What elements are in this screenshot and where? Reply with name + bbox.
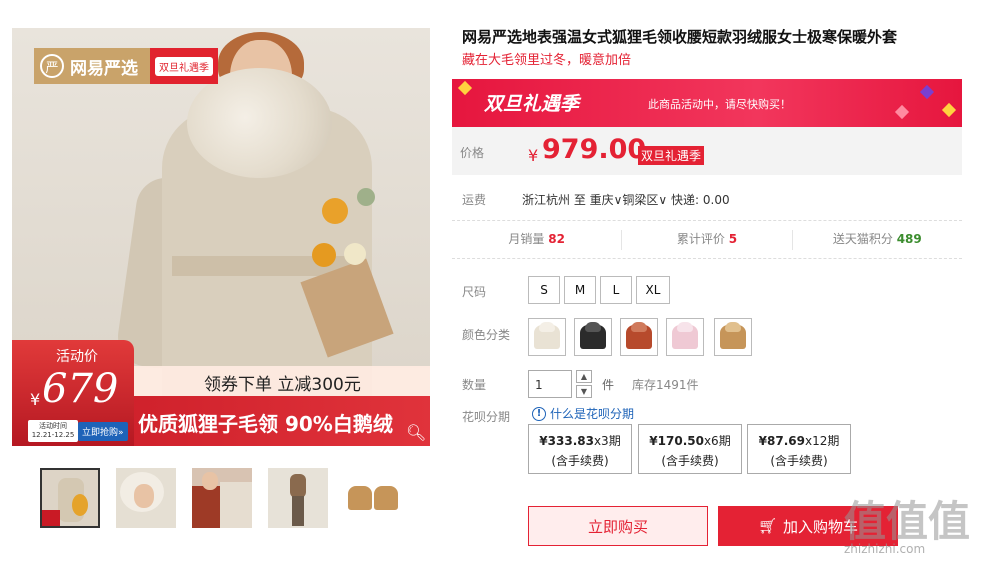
size-option-xl[interactable]: XL — [636, 276, 670, 304]
huabei-help-text: 什么是花呗分期 — [550, 407, 635, 421]
reviews-label: 累计评价 — [676, 232, 725, 246]
festival-badge-text: 双旦礼遇季 — [155, 56, 213, 76]
jacket-hood — [677, 322, 693, 332]
divider — [452, 258, 962, 259]
zoom-icon[interactable]: 🔍︎ — [406, 424, 426, 442]
quantity-input[interactable]: 1 — [528, 370, 572, 398]
thumbnail-1[interactable] — [40, 468, 100, 528]
decoration-diamond — [457, 80, 473, 96]
festival-badge: 双旦礼遇季 — [150, 48, 218, 84]
quantity-label: 数量 — [462, 378, 487, 392]
watermark-url: zhizhizhi.com — [844, 542, 926, 556]
promo-banner-logo: 双旦礼遇季 — [484, 93, 580, 115]
coupon-text: 领券下单 立减300元 — [204, 375, 361, 395]
thumbnail-5[interactable] — [344, 468, 404, 528]
jacket-hood — [631, 322, 647, 332]
points-label: 送天猫积分 — [832, 232, 893, 246]
brand-logo-text: 网易严选 — [70, 58, 138, 79]
feature-banner-text: 优质狐狸子毛领 90%白鹅绒 — [138, 412, 393, 436]
quantity-unit: 件 — [602, 378, 615, 392]
promo-currency: ¥ — [30, 390, 41, 409]
total-reviews[interactable]: 累计评价 5 — [622, 230, 793, 250]
decoration-diamond — [894, 104, 910, 120]
installment-period: x3期 — [593, 434, 621, 448]
color-option-5[interactable] — [714, 318, 752, 356]
decoration-diamond — [941, 102, 957, 118]
image-fur-collar — [187, 68, 332, 178]
size-option-s[interactable]: S — [528, 276, 560, 304]
promo-price-card: 活动价 ¥ 679 活动时间 12.21-12.25 立即抢购» — [12, 340, 134, 446]
size-label: 尺码 — [462, 285, 487, 299]
color-option-4[interactable] — [666, 318, 704, 356]
jacket-hood — [585, 322, 601, 332]
price-row: 价格 ¥ 979.00 双旦礼遇季 — [452, 127, 962, 175]
promo-banner: 双旦礼遇季 此商品活动中，请尽快购买！ — [452, 79, 962, 127]
image-sunflower — [322, 198, 348, 224]
stock-count: 库存1491件 — [632, 378, 699, 392]
watermark-logo: 值值值 — [844, 497, 971, 546]
thumbnail-4[interactable] — [268, 468, 328, 528]
installment-amount: ¥333.83 — [539, 434, 594, 448]
thumbnail-2[interactable] — [116, 468, 176, 528]
installment-option-3[interactable]: ¥333.83x3期 (含手续费) — [528, 424, 632, 474]
question-icon: ! — [532, 406, 546, 421]
promo-price-label: 活动价 — [56, 349, 98, 365]
installment-note: (含手续费) — [661, 454, 719, 468]
monthly-sales-label: 月销量 — [508, 232, 545, 246]
main-product-image[interactable]: 严 网易严选 双旦礼遇季 领券下单 立减300元 优质狐狸子毛领 90%白鹅绒 … — [12, 28, 430, 446]
product-title: 网易严选地表强温女式狐狸毛领收腰短款羽绒服女士极寒保暖外套 — [462, 28, 898, 46]
promo-grab-button[interactable]: 立即抢购» — [78, 422, 128, 441]
installment-note: (含手续费) — [770, 454, 828, 468]
decoration-diamond — [919, 84, 935, 100]
divider — [452, 220, 962, 221]
price-tag: 双旦礼遇季 — [638, 146, 705, 165]
shipping-destination-select[interactable]: 浙江杭州 至 重庆∨铜梁区∨ 快递: 0.00 — [522, 191, 730, 208]
site-watermark: 值值值 zhizhizhi.com — [842, 488, 982, 568]
quantity-increase-button[interactable]: ▲ — [576, 370, 592, 383]
monthly-sales: 月销量 82 — [452, 230, 623, 250]
thumbnail-3[interactable] — [192, 468, 252, 528]
color-label: 颜色分类 — [462, 328, 511, 342]
brand-logo: 严 网易严选 — [34, 48, 150, 84]
jacket-hood — [725, 322, 741, 332]
promo-price: 679 — [42, 366, 119, 412]
image-sunflower — [312, 243, 336, 267]
huabei-label: 花呗分期 — [462, 410, 511, 424]
promo-date: 活动时间 12.21-12.25 — [28, 420, 78, 442]
color-option-3[interactable] — [620, 318, 658, 356]
product-subtitle: 藏在大毛领里过冬，暖意加倍 — [462, 53, 632, 68]
promo-banner-message: 此商品活动中，请尽快购买！ — [648, 98, 791, 111]
image-white-flower — [344, 243, 366, 265]
installment-amount: ¥170.50 — [649, 434, 704, 448]
installment-period: x6期 — [703, 434, 731, 448]
brand-logo-icon: 严 — [40, 54, 64, 78]
price-label: 价格 — [460, 146, 485, 160]
image-leaf — [357, 188, 375, 206]
price-currency: ¥ — [528, 146, 539, 165]
quantity-decrease-button[interactable]: ▼ — [576, 385, 592, 398]
points-value: 489 — [896, 232, 922, 246]
reviews-value: 5 — [728, 232, 738, 246]
installment-option-12[interactable]: ¥87.69x12期 (含手续费) — [747, 424, 851, 474]
installment-note: (含手续费) — [551, 454, 609, 468]
installment-option-6[interactable]: ¥170.50x6期 (含手续费) — [638, 424, 742, 474]
jacket-hood — [539, 322, 555, 332]
color-option-2[interactable] — [574, 318, 612, 356]
color-option-1[interactable] — [528, 318, 566, 356]
huabei-help-link[interactable]: ! 什么是花呗分期 — [532, 405, 634, 422]
size-option-l[interactable]: L — [600, 276, 632, 304]
sales-stats: 月销量 82 累计评价 5 送天猫积分 489 — [452, 230, 962, 250]
size-option-m[interactable]: M — [564, 276, 596, 304]
buy-now-button[interactable]: 立即购买 — [528, 506, 708, 546]
installment-amount: ¥87.69 — [758, 434, 805, 448]
price-value: 979.00 — [542, 134, 647, 165]
installment-period: x12期 — [804, 434, 840, 448]
shipping-label: 运费 — [462, 193, 487, 207]
monthly-sales-value: 82 — [548, 232, 565, 246]
tmall-points: 送天猫积分 489 — [793, 230, 962, 250]
cart-icon: 🛒︎ — [757, 517, 778, 535]
